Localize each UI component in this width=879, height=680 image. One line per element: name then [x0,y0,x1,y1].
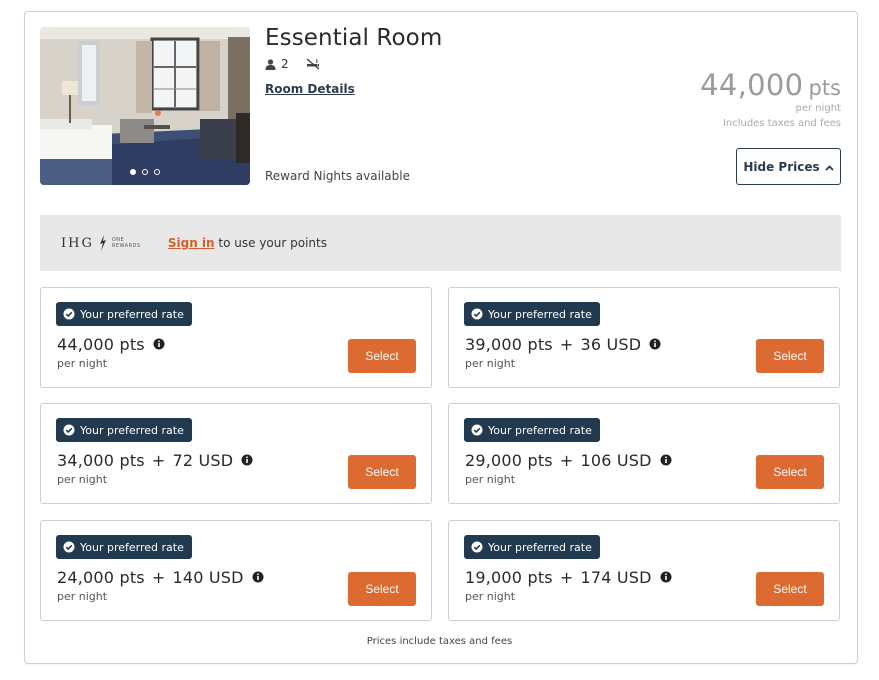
preferred-rate-badge: Your preferred rate [56,302,192,326]
signin-prompt: Sign in to use your points [168,236,327,250]
headline-price-unit: pts [808,76,841,100]
logo-text: IHG [61,235,94,251]
rate-cash: 140 USD [172,568,244,587]
rate-points: 19,000 pts [465,568,553,587]
check-circle-icon [471,308,483,320]
rate-card: Your preferred rate 34,000 pts +72 USD pe… [40,403,432,504]
rate-price: 29,000 pts +106 USD [465,451,672,470]
info-icon[interactable] [660,451,672,470]
ihg-one-rewards-logo: IHG ONE REWARDS [61,235,146,251]
rewards-flame-icon [99,235,106,251]
rate-points: 39,000 pts [465,335,553,354]
headline-per-night: per night [795,103,841,114]
carousel-dots [40,169,250,175]
rate-points: 24,000 pts [57,568,145,587]
rate-price: 44,000 pts [57,335,165,354]
check-circle-icon [471,541,483,553]
info-icon[interactable] [660,568,672,587]
logo-subtext: ONE REWARDS [111,237,141,249]
plus-sign: + [559,451,574,470]
guests-icon [265,58,276,70]
rate-points: 44,000 pts [57,335,145,354]
rate-card: Your preferred rate 29,000 pts +106 USD p… [448,403,840,504]
rate-cash: 36 USD [580,335,642,354]
rate-price: 34,000 pts +72 USD [57,451,253,470]
hide-prices-button[interactable]: Hide Prices [736,148,841,185]
preferred-rate-badge: Your preferred rate [56,535,192,559]
rate-price: 39,000 pts +36 USD [465,335,661,354]
room-amenities: 2 [265,57,320,71]
chevron-up-icon [825,160,834,174]
plus-sign: + [559,335,574,354]
preferred-rate-badge: Your preferred rate [464,535,600,559]
plus-sign: + [151,568,166,587]
rate-per-night: per night [57,473,108,486]
rate-points: 29,000 pts [465,451,553,470]
preferred-rate-badge: Your preferred rate [464,418,600,442]
room-photo [40,27,250,185]
headline-price-number: 44,000 [700,68,804,102]
prices-footnote: Prices include taxes and fees [366,636,513,647]
rate-card: Your preferred rate 24,000 pts +140 USD p… [40,520,432,621]
room-photo-carousel[interactable] [40,27,250,185]
rate-card: Your preferred rate 39,000 pts +36 USD pe… [448,287,840,388]
carousel-dot-2[interactable] [142,169,148,175]
rate-per-night: per night [57,357,108,370]
select-rate-button[interactable]: Select [348,455,416,489]
check-circle-icon [471,424,483,436]
rate-card: Your preferred rate 44,000 pts per night… [40,287,432,388]
rate-cash: 174 USD [580,568,652,587]
headline-price-notes: per night Includes taxes and fees [723,101,841,131]
no-smoking-icon [306,58,320,70]
rate-card: Your preferred rate 19,000 pts +174 USD p… [448,520,840,621]
rate-cash: 72 USD [172,451,234,470]
rate-price: 19,000 pts +174 USD [465,568,672,587]
badge-label: Your preferred rate [488,540,592,554]
badge-label: Your preferred rate [80,307,184,321]
room-details-link[interactable]: Room Details [265,82,355,96]
select-rate-button[interactable]: Select [756,339,824,373]
rate-per-night: per night [57,590,108,603]
preferred-rate-badge: Your preferred rate [464,302,600,326]
plus-sign: + [151,451,166,470]
select-rate-button[interactable]: Select [348,339,416,373]
signin-text: to use your points [214,236,327,250]
preferred-rate-badge: Your preferred rate [56,418,192,442]
headline-includes-taxes: Includes taxes and fees [722,118,841,129]
info-icon[interactable] [252,568,264,587]
info-icon[interactable] [153,335,165,354]
signin-link[interactable]: Sign in [168,236,215,250]
check-circle-icon [63,541,75,553]
room-title: Essential Room [265,25,443,51]
select-rate-button[interactable]: Select [756,572,824,606]
rate-per-night: per night [465,473,516,486]
rate-per-night: per night [465,357,516,370]
info-icon[interactable] [241,451,253,470]
carousel-dot-3[interactable] [154,169,160,175]
reward-nights-status: Reward Nights available [265,169,410,183]
info-icon[interactable] [649,335,661,354]
rate-cash: 106 USD [580,451,652,470]
badge-label: Your preferred rate [80,540,184,554]
check-circle-icon [63,424,75,436]
hide-prices-label: Hide Prices [743,159,820,174]
badge-label: Your preferred rate [488,423,592,437]
guests-count: 2 [281,57,289,71]
check-circle-icon [63,308,75,320]
rate-per-night: per night [465,590,516,603]
badge-label: Your preferred rate [488,307,592,321]
carousel-dot-1[interactable] [130,169,136,175]
select-rate-button[interactable]: Select [756,455,824,489]
select-rate-button[interactable]: Select [348,572,416,606]
rate-points: 34,000 pts [57,451,145,470]
plus-sign: + [559,568,574,587]
headline-price: 44,000 pts [700,68,841,102]
badge-label: Your preferred rate [80,423,184,437]
rate-price: 24,000 pts +140 USD [57,568,264,587]
signin-banner: IHG ONE REWARDS Sign in to use your poin… [40,215,841,271]
